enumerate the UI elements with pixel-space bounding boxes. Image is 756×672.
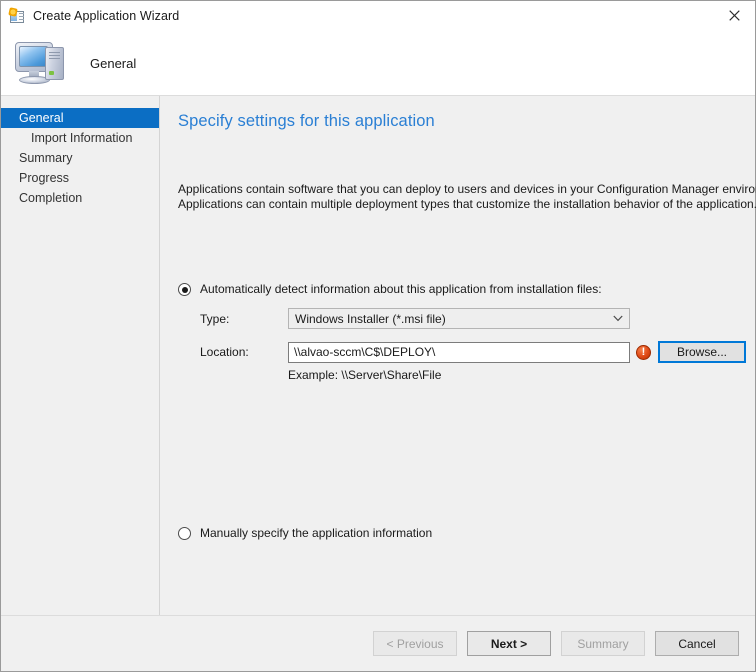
computer-icon	[13, 38, 71, 88]
sidebar-item-label: General	[19, 111, 64, 125]
sidebar-item-general[interactable]: General	[1, 108, 159, 128]
close-icon[interactable]	[714, 1, 755, 30]
type-field-row: Type: Windows Installer (*.msi file)	[200, 308, 755, 329]
title-bar: Create Application Wizard	[1, 1, 755, 31]
sidebar-item-label: Completion	[19, 191, 83, 205]
page-title: Specify settings for this application	[178, 112, 435, 130]
window-title: Create Application Wizard	[33, 9, 180, 23]
wizard-content-panel: Specify settings for this application Ap…	[160, 96, 756, 615]
create-application-wizard-window: Create Application Wizard General Genera…	[0, 0, 756, 672]
wizard-header: General	[1, 31, 755, 95]
sidebar-item-label: Progress	[19, 171, 70, 185]
manual-radio-label: Manually specify the application informa…	[200, 526, 433, 540]
type-dropdown-value: Windows Installer (*.msi file)	[295, 311, 446, 326]
intro-text: Applications contain software that you c…	[178, 182, 756, 212]
sidebar-item-label: Import Information	[31, 131, 133, 145]
intro-line-1: Applications contain software that you c…	[178, 182, 756, 196]
type-label: Type:	[200, 311, 230, 326]
manual-radio[interactable]	[178, 527, 191, 540]
wizard-step-list: General Import Information Summary Progr…	[1, 96, 160, 615]
browse-button[interactable]: Browse...	[658, 341, 746, 363]
sidebar-item-completion[interactable]: Completion	[1, 188, 159, 208]
location-input[interactable]: \\alvao-sccm\C$\DEPLOY\	[288, 341, 630, 363]
location-input-value: \\alvao-sccm\C$\DEPLOY\	[294, 345, 436, 359]
summary-button[interactable]: Summary	[561, 631, 645, 656]
auto-detect-radio-row[interactable]: Automatically detect information about t…	[178, 282, 755, 296]
previous-button[interactable]: < Previous	[373, 631, 457, 656]
sidebar-item-import-information[interactable]: Import Information	[1, 128, 159, 148]
manual-radio-row[interactable]: Manually specify the application informa…	[178, 526, 755, 540]
cancel-button[interactable]: Cancel	[655, 631, 739, 656]
sidebar-item-label: Summary	[19, 151, 73, 165]
sidebar-item-progress[interactable]: Progress	[1, 168, 159, 188]
auto-detect-radio[interactable]	[178, 283, 191, 296]
wizard-page-name: General	[90, 55, 137, 71]
intro-line-2: Applications can contain multiple deploy…	[178, 197, 756, 211]
sidebar-item-summary[interactable]: Summary	[1, 148, 159, 168]
auto-detect-option-block: Automatically detect information about t…	[178, 282, 755, 382]
manual-option-block: Manually specify the application informa…	[178, 526, 755, 540]
next-button[interactable]: Next >	[467, 631, 551, 656]
type-dropdown[interactable]: Windows Installer (*.msi file)	[288, 308, 630, 329]
chevron-down-icon	[611, 315, 625, 322]
location-field-row: Location: \\alvao-sccm\C$\DEPLOY\ Browse…	[200, 341, 755, 363]
auto-detect-radio-label: Automatically detect information about t…	[200, 282, 602, 296]
location-label: Location:	[200, 345, 249, 359]
wizard-body: General Import Information Summary Progr…	[1, 95, 756, 615]
wizard-footer: < Previous Next > Summary Cancel	[1, 615, 755, 671]
location-example-text: Example: \\Server\Share\File	[288, 368, 442, 382]
error-exclamation-icon	[636, 344, 651, 360]
wizard-application-icon	[8, 6, 26, 25]
